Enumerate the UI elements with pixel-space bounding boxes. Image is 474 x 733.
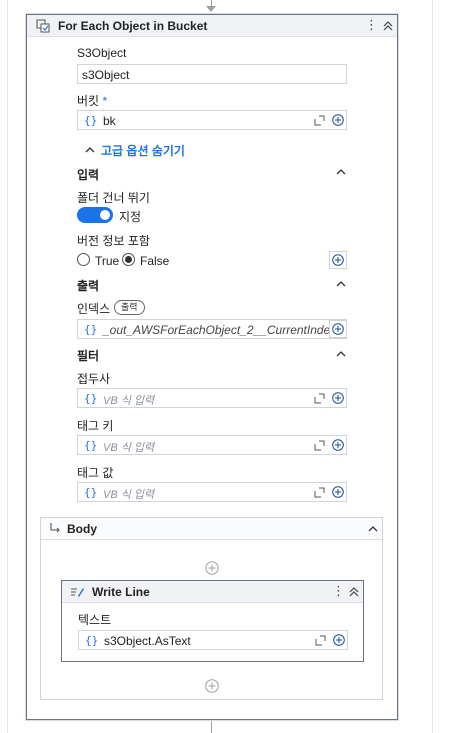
bucket-value: bk (103, 114, 116, 128)
add-version-variable-button[interactable] (329, 251, 347, 269)
write-line-text-value: s3Object.AsText (104, 634, 191, 648)
expression-brace-icon: {} (85, 634, 99, 647)
collapse-body-icon[interactable] (368, 525, 378, 533)
radio-false[interactable] (122, 253, 135, 266)
index-field[interactable]: {} _out_AWSForEachObject_2__CurrentIndex (77, 319, 347, 339)
expression-brace-icon: {} (84, 486, 98, 499)
expand-editor-icon[interactable] (314, 487, 325, 498)
skip-folders-state: 지정 (119, 210, 142, 224)
hide-advanced-options-link[interactable]: 고급 옵션 숨기기 (101, 142, 185, 159)
add-variable-icon[interactable] (332, 486, 344, 498)
write-line-header[interactable]: Write Line ⋮ (62, 581, 363, 603)
expand-editor-icon[interactable] (314, 115, 325, 126)
s3object-value: s3Object (82, 68, 130, 82)
more-options-icon[interactable]: ⋮ (365, 18, 378, 34)
body-branch-icon (50, 523, 60, 533)
index-label: 인덱스 (77, 302, 111, 316)
write-line-title: Write Line (92, 585, 150, 599)
expression-brace-icon: {} (84, 392, 98, 405)
for-each-object-activity[interactable]: For Each Object in Bucket ⋮ S3Object s3O… (26, 14, 398, 720)
chevron-up-icon[interactable] (85, 146, 95, 154)
add-variable-icon[interactable] (332, 114, 344, 126)
prefix-label: 접두사 (77, 372, 111, 386)
add-variable-icon (332, 254, 344, 266)
add-variable-icon (332, 323, 344, 335)
bucket-label: 버킷 * (77, 94, 108, 108)
activity-header[interactable]: For Each Object in Bucket ⋮ (27, 15, 397, 37)
tag-key-label: 태그 키 (77, 419, 114, 433)
skip-folders-label: 폴더 건너 뛰기 (77, 191, 150, 205)
add-activity-icon[interactable] (205, 561, 219, 575)
tag-value-field[interactable]: {} VB 식 입력 (77, 482, 347, 502)
write-line-text-label: 텍스트 (78, 613, 112, 627)
radio-true-label: True (95, 254, 120, 268)
add-index-variable-button[interactable] (329, 320, 347, 338)
add-variable-icon[interactable] (332, 439, 344, 451)
input-section-title: 입력 (77, 168, 100, 182)
body-container[interactable]: Body Write Line ⋮ 텍스트 {} s3Object.AsText (40, 517, 383, 700)
collapse-activity-icon[interactable] (381, 18, 395, 34)
expression-brace-icon: {} (84, 114, 98, 127)
collapse-filter-section-icon[interactable] (336, 350, 346, 358)
add-variable-icon[interactable] (332, 392, 344, 404)
output-section-title: 출력 (77, 279, 100, 293)
tag-key-field[interactable]: {} VB 식 입력 (77, 435, 347, 455)
prefix-placeholder: VB 식 입력 (103, 395, 155, 407)
write-line-text-field[interactable]: {} s3Object.AsText (78, 630, 348, 650)
skip-folders-toggle[interactable] (77, 207, 113, 223)
expand-editor-icon[interactable] (315, 635, 326, 646)
s3object-label: S3Object (77, 46, 127, 60)
radio-false-label: False (140, 254, 170, 268)
prefix-field[interactable]: {} VB 식 입력 (77, 388, 347, 408)
tag-key-placeholder: VB 식 입력 (103, 442, 155, 454)
canvas-guide-left (7, 0, 8, 733)
write-line-activity[interactable]: Write Line ⋮ 텍스트 {} s3Object.AsText (61, 580, 364, 662)
add-variable-icon[interactable] (333, 634, 345, 646)
radio-true[interactable] (77, 253, 90, 266)
body-header[interactable]: Body (41, 518, 382, 540)
toggle-knob (100, 210, 110, 220)
tag-value-placeholder: VB 식 입력 (103, 489, 155, 501)
more-options-icon[interactable]: ⋮ (332, 584, 345, 600)
add-activity-icon[interactable] (205, 679, 219, 693)
expand-editor-icon[interactable] (314, 393, 325, 404)
body-title: Body (67, 522, 97, 536)
outgoing-connector (211, 720, 212, 733)
expand-editor-icon[interactable] (314, 440, 325, 451)
index-value: _out_AWSForEachObject_2__CurrentIndex (103, 323, 337, 337)
collapse-write-line-icon[interactable] (347, 584, 361, 600)
tag-value-label: 태그 값 (77, 466, 114, 480)
collapse-input-section-icon[interactable] (336, 168, 346, 176)
canvas-guide-right (432, 0, 433, 733)
activity-title: For Each Object in Bucket (58, 19, 208, 33)
foreach-bucket-icon (36, 19, 50, 33)
incoming-arrow-icon (206, 6, 216, 12)
write-line-icon (71, 588, 84, 597)
expression-brace-icon: {} (84, 323, 98, 336)
bucket-field[interactable]: {} bk (77, 110, 347, 130)
expression-brace-icon: {} (84, 439, 98, 452)
include-version-label: 버전 정보 포함 (77, 234, 150, 248)
filter-section-title: 필터 (77, 349, 100, 363)
output-badge: 출력 (114, 300, 145, 315)
s3object-field[interactable]: s3Object (77, 64, 347, 84)
collapse-output-section-icon[interactable] (336, 280, 346, 288)
